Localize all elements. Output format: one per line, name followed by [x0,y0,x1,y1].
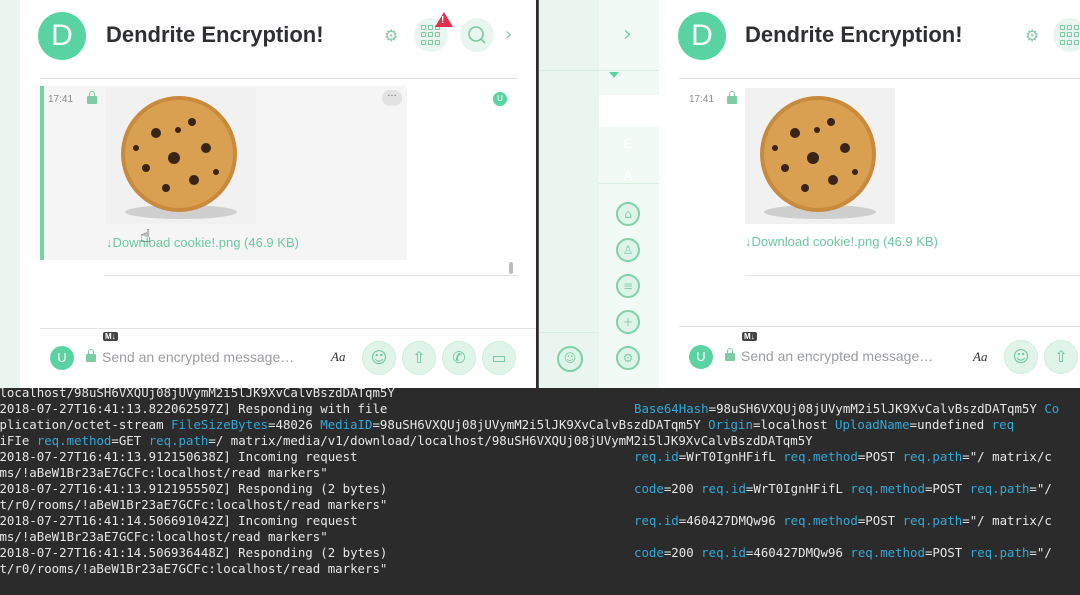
home-icon[interactable]: ⌂ [616,202,640,226]
create-room-icon[interactable]: + [616,310,640,334]
room-directory-icon[interactable]: ≡ [616,274,640,298]
room-item-e[interactable]: E [616,132,640,156]
apps-grid-icon [421,25,441,45]
room-item-letter: D [623,103,633,118]
emoji-icon: ☺ [1012,347,1030,366]
emoji-icon: ☺ [370,348,388,367]
log-line: [2018-07-27T16:41:13.912195550Z] Respond… [0,481,388,496]
panel-divider [539,70,659,71]
settings-icon[interactable]: ⚙ [384,26,398,45]
lock-icon [727,91,737,104]
group-icon[interactable]: ☺ [557,346,583,372]
settings-icon[interactable]: ⚙ [616,346,640,370]
log-line: [2018-07-27T16:41:14.506936448Z] Respond… [0,545,388,560]
message-timestamp: 17:41 [48,94,74,105]
warning-mark: ! [441,15,445,26]
scrollbar-thumb[interactable] [509,262,513,274]
log-line: oms/!aBeW1Br23aE7GCFc:localhost/read mar… [0,529,328,544]
terminal-log[interactable]: /localhost/98uSH6VXQUj08jUVymM2i5lJK9XvC… [0,388,1080,595]
log-line: oms/!aBeW1Br23aE7GCFc:localhost/read mar… [0,465,328,480]
chevron-right-icon[interactable]: › [505,24,512,45]
video-call-button[interactable]: ▭ [482,341,516,375]
message-timestamp: 17:41 [689,94,715,105]
emoji-button[interactable]: ☺ [362,341,396,375]
markdown-toggle[interactable]: M↓ [103,332,118,341]
composer-divider [679,326,1080,327]
room-title[interactable]: Dendrite Encryption! [745,22,963,48]
phone-icon: ✆ [452,348,466,367]
message-input[interactable]: Send an encrypted message… [741,348,933,364]
cookie-illustration [760,96,876,219]
log-line-fields: req.id=460427DMQw96 req.method=POST req.… [634,513,1052,528]
upload-icon: ⇧ [1054,347,1068,366]
composer-avatar: U [50,346,74,370]
collapse-caret-icon[interactable] [609,72,619,78]
log-line: [2018-07-27T16:41:13.912150638Z] Incomin… [0,449,358,464]
cookie-image[interactable] [106,88,256,224]
log-line: [2018-07-27T16:41:13.822062597Z] Respond… [0,401,388,416]
read-receipt-avatar[interactable]: U [493,92,507,106]
download-link[interactable]: ↓Download cookie!.png (46.9 KB) [106,235,299,250]
message-divider [745,275,1080,276]
header-divider [40,78,518,79]
upload-button[interactable]: ⇧ [402,341,436,375]
log-line: /localhost/98uSH6VXQUj08jUVymM2i5lJK9XvC… [0,388,395,400]
apps-grid-icon [1060,25,1080,45]
log-line-fields: code=200 req.id=460427DMQw96 req.method=… [634,545,1052,560]
log-line-fields: Base64Hash=98uSH6VXQUj08jUVymM2i5lJK9XvC… [634,401,1060,416]
format-text-button[interactable]: Aa [973,349,987,365]
composer-divider [40,328,536,329]
format-text-button[interactable]: Aa [331,349,345,365]
cookie-image[interactable] [745,88,895,224]
left-sidebar-strip [0,0,20,388]
right-left-panel [539,0,599,388]
log-line-fields: code=200 req.id=WrT0IgnHFifL req.method=… [634,481,1052,496]
left-client-window: D Dendrite Encryption! ⚙ ! › 17:41 ↓Down… [0,0,536,388]
room-avatar[interactable]: D [38,12,86,60]
apps-button[interactable] [1053,18,1080,52]
upload-icon: ⇧ [412,348,426,367]
emoji-button[interactable]: ☺ [1004,340,1038,374]
hand-cursor-icon: ☝ [140,226,151,247]
download-label: Download cookie!.png (46.9 KB) [751,234,938,249]
room-avatar[interactable]: D [678,12,726,60]
log-line: [2018-07-27T16:41:14.506691042Z] Incomin… [0,513,358,528]
cookie-illustration [121,96,237,219]
log-line: nt/r0/rooms/!aBeW1Br23aE7GCFc:localhost/… [0,561,388,576]
upload-button[interactable]: ⇧ [1044,340,1078,374]
composer-lock-icon [86,349,96,362]
search-icon [468,26,486,44]
settings-icon[interactable]: ⚙ [1025,26,1039,45]
markdown-toggle[interactable]: M↓ [742,332,757,341]
search-button[interactable] [460,18,494,52]
room-title[interactable]: Dendrite Encryption! [106,22,324,48]
download-link[interactable]: ↓Download cookie!.png (46.9 KB) [745,234,938,249]
video-camera-icon: ▭ [491,348,507,367]
message-input[interactable]: Send an encrypted message… [102,349,294,365]
log-line-fields: req.id=WrT0IgnHFifL req.method=POST req.… [634,449,1052,464]
log-line: pplication/octet-stream FileSizeBytes=48… [0,417,1015,432]
panel-bottom-divider [539,332,599,333]
room-item-letter: E [623,136,633,151]
message-options-button[interactable]: ··· [382,90,402,106]
message-divider [104,275,518,276]
header-divider [679,78,1080,79]
people-icon[interactable]: ♙ [616,238,640,262]
voice-call-button[interactable]: ✆ [442,341,476,375]
room-list-divider [599,183,659,184]
log-line: ViFIe req.method=GET req.path=/ matrix/m… [0,433,813,448]
room-item-d[interactable]: D [616,99,640,123]
composer-lock-icon [725,348,735,361]
room-item-letter: A [623,168,633,183]
expand-arrow-icon[interactable]: › [623,22,632,47]
right-client-window: › D E A ⌂ ♙ ≡ + ⚙ ☺ D Dendrite Encryptio… [538,0,1080,388]
lock-icon [87,91,97,104]
log-line: nt/r0/rooms/!aBeW1Br23aE7GCFc:localhost/… [0,497,388,512]
composer-avatar: U [689,345,713,369]
